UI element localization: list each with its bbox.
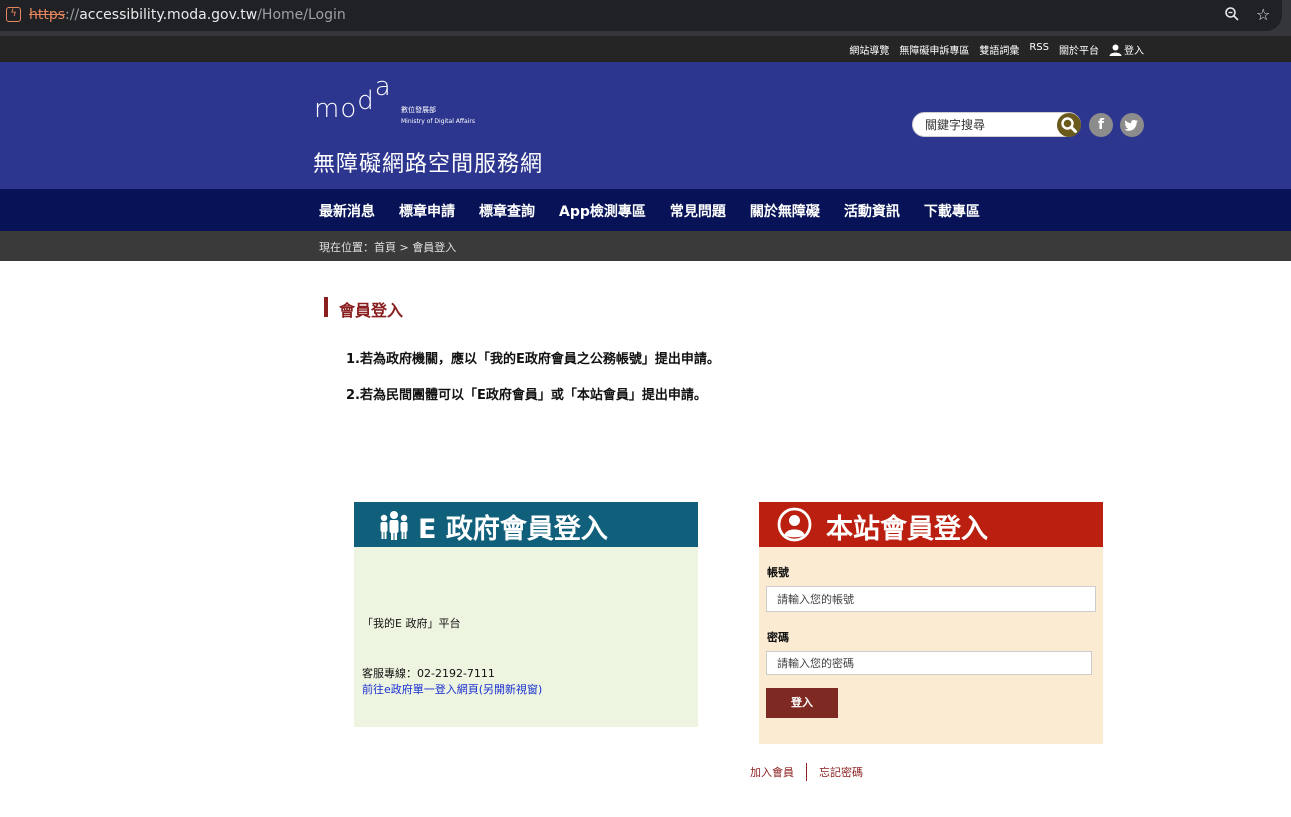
url-text[interactable]: https://accessibility.moda.gov.tw/Home/L…: [29, 7, 346, 23]
site-panel-title: 本站會員登入: [826, 514, 988, 545]
nav-item-events[interactable]: 活動資訊: [844, 201, 900, 221]
site-info-icon[interactable]: ϟ: [6, 7, 21, 22]
url-host: accessibility.moda.gov.tw: [79, 7, 258, 23]
logo-d: d: [357, 86, 375, 116]
egov-panel-title: E 政府會員登入: [418, 514, 608, 545]
egov-login-link[interactable]: 前往e政府單一登入網頁(另開新視窗): [362, 681, 542, 697]
logo-a: a: [374, 72, 392, 102]
search-icon: [1061, 117, 1077, 133]
egov-panel-header: E 政府會員登入: [354, 502, 698, 547]
nav-item-app-test[interactable]: App檢測專區: [559, 201, 646, 221]
nav-item-faq[interactable]: 常見問題: [670, 201, 726, 221]
site-title[interactable]: 無障礙網路空間服務網: [313, 146, 543, 178]
site-panel-header: 本站會員登入: [759, 502, 1103, 547]
util-link-about[interactable]: 關於平台: [1059, 42, 1099, 57]
egov-login-panel: E 政府會員登入 「我的E 政府」平台 客服專線：02-2192-7111 前往…: [354, 502, 698, 727]
nav-item-about[interactable]: 關於無障礙: [750, 201, 820, 221]
forgot-password-link[interactable]: 忘記密碼: [819, 764, 863, 780]
moda-logo[interactable]: moda 數位發展部 Ministry of Digital Affairs: [314, 72, 494, 132]
egov-platform-text: 「我的E 政府」平台: [362, 617, 461, 630]
instruction-1: 1.若為政府機關，應以「我的E政府會員之公務帳號」提出申請。: [346, 352, 720, 367]
twitter-bird-shape: [1124, 119, 1138, 131]
user-icon: [1109, 44, 1122, 56]
member-links: 加入會員 忘記密碼: [750, 763, 863, 781]
join-member-link[interactable]: 加入會員: [750, 764, 794, 780]
user-circle-icon: [777, 507, 812, 542]
logo-english-name: Ministry of Digital Affairs: [401, 118, 475, 125]
nav-item-query[interactable]: 標章查詢: [479, 201, 535, 221]
nav-item-news[interactable]: 最新消息: [319, 201, 375, 221]
util-link-login[interactable]: 登入: [1109, 42, 1144, 57]
utility-links: 網站導覽 無障礙申訴專區 雙語詞彙 RSS 關於平台 登入: [849, 42, 1144, 57]
util-link-sitemap[interactable]: 網站導覽: [849, 42, 889, 57]
util-link-complaint[interactable]: 無障礙申訴專區: [899, 42, 969, 57]
util-link-rss[interactable]: RSS: [1029, 42, 1049, 57]
facebook-icon[interactable]: f: [1089, 113, 1113, 137]
nav-item-apply[interactable]: 標章申請: [399, 201, 455, 221]
page-title: 會員登入: [324, 297, 403, 320]
url-separator: ://: [65, 7, 80, 23]
login-button[interactable]: 登入: [766, 688, 838, 718]
logo-wordmark: moda: [314, 72, 392, 124]
utility-bar: 網站導覽 無障礙申訴專區 雙語詞彙 RSS 關於平台 登入: [0, 36, 1291, 62]
link-divider: [806, 763, 807, 781]
instructions: 1.若為政府機關，應以「我的E政府會員之公務帳號」提出申請。 2.若為民間團體可…: [346, 345, 736, 417]
site-header: moda 數位發展部 Ministry of Digital Affairs 無…: [0, 62, 1291, 189]
bookmark-star-icon[interactable]: ☆: [1256, 5, 1270, 24]
browser-toolbar: ϟ https://accessibility.moda.gov.tw/Home…: [0, 0, 1291, 36]
people-group-icon: [380, 511, 408, 540]
egov-phone: 客服專線：02-2192-7111: [362, 667, 495, 680]
account-label: 帳號: [767, 566, 789, 579]
url-path: /Home/Login: [257, 7, 346, 23]
account-input[interactable]: [766, 586, 1096, 612]
address-bar[interactable]: ϟ https://accessibility.moda.gov.tw/Home…: [0, 0, 1282, 31]
password-label: 密碼: [767, 631, 789, 644]
twitter-icon[interactable]: [1120, 113, 1144, 137]
main-nav: 最新消息 標章申請 標章查詢 App檢測專區 常見問題 關於無障礙 活動資訊 下…: [0, 189, 1291, 231]
logo-mo: mo: [314, 94, 358, 124]
instruction-2: 2.若為民間團體可以「E政府會員」或「本站會員」提出申請。: [346, 388, 707, 403]
url-scheme: https: [29, 7, 66, 23]
search-box: [912, 112, 1081, 137]
search-input[interactable]: [925, 116, 1055, 134]
util-link-glossary[interactable]: 雙語詞彙: [979, 42, 1019, 57]
breadcrumb-text[interactable]: 現在位置：首頁 > 會員登入: [319, 239, 456, 255]
nav-item-downloads[interactable]: 下載專區: [924, 201, 980, 221]
breadcrumb: 現在位置：首頁 > 會員登入: [0, 231, 1291, 261]
search-button[interactable]: [1057, 113, 1081, 137]
site-login-panel: 本站會員登入 帳號 密碼 登入: [759, 502, 1103, 744]
zoom-icon[interactable]: [1224, 6, 1240, 22]
password-input[interactable]: [766, 651, 1092, 675]
logo-chinese-name: 數位發展部: [401, 106, 436, 114]
login-label: 登入: [1124, 46, 1144, 57]
